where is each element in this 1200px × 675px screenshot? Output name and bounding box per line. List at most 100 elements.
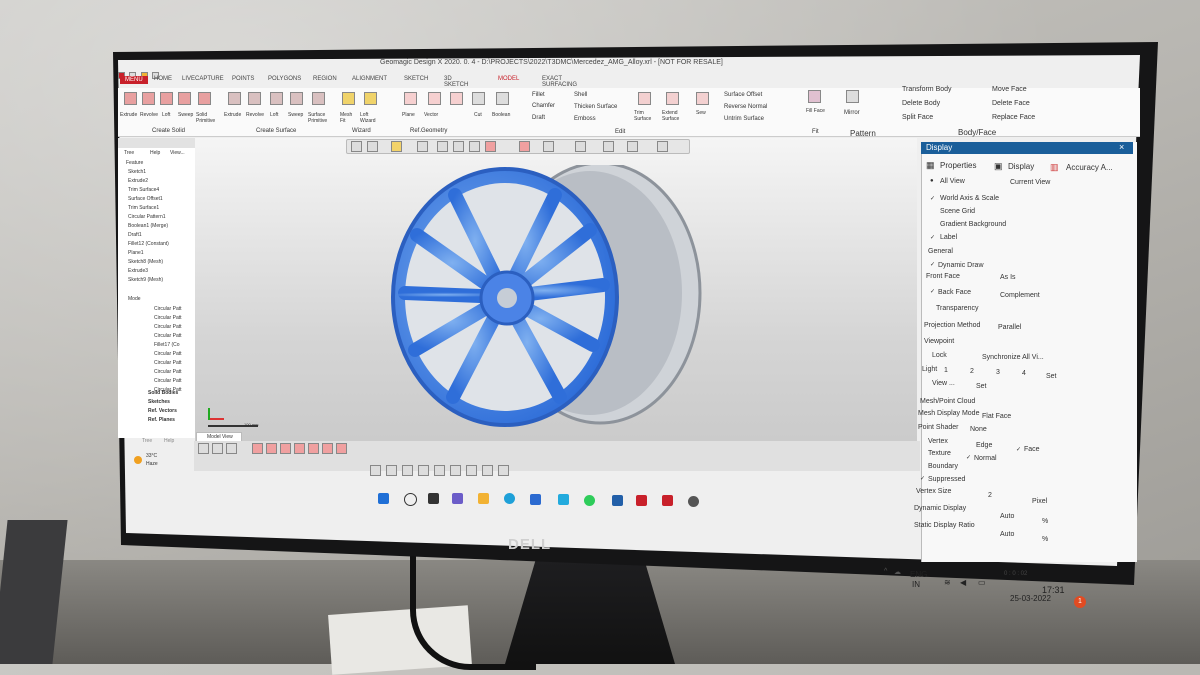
world-axis-scale-checkbox[interactable]: World Axis & Scale [940, 195, 999, 202]
label-checkbox[interactable]: Label [940, 234, 957, 241]
boundary-checkbox[interactable]: Boundary [928, 463, 958, 470]
light-4-checkbox[interactable]: 4 [1022, 370, 1026, 377]
surface-primitive-icon[interactable] [312, 92, 325, 105]
sketches-group[interactable]: Sketches [148, 399, 170, 405]
language-indicator[interactable]: ENG [910, 570, 927, 579]
point-icon[interactable] [450, 92, 463, 105]
tab-region[interactable]: REGION [313, 76, 337, 82]
view-tool-icon[interactable] [450, 465, 461, 476]
delete-body-button[interactable]: Delete Body [902, 100, 940, 107]
close-icon[interactable]: × [1119, 142, 1124, 152]
solid-primitive-icon[interactable] [198, 92, 211, 105]
feature-item[interactable]: Circular Pattern1 [128, 214, 166, 220]
view-tool-icon[interactable] [482, 465, 493, 476]
shell-button[interactable]: Shell [574, 92, 587, 98]
loft-wizard-icon[interactable] [364, 92, 377, 105]
tab-model[interactable]: MODEL [498, 76, 519, 82]
view-tool-icon[interactable] [402, 465, 413, 476]
loft-surface-icon[interactable] [270, 92, 283, 105]
chat-icon[interactable] [452, 493, 463, 504]
feature-item[interactable]: Extrude3 [128, 268, 148, 274]
sweep-solid-icon[interactable] [178, 92, 191, 105]
extrude-surface-icon[interactable] [228, 92, 241, 105]
tab-sketch[interactable]: SKETCH [404, 76, 428, 82]
design-x-taskbar-icon[interactable] [662, 495, 673, 506]
view-toolbar-icon[interactable] [469, 141, 480, 152]
view-toolbar-icon[interactable] [575, 141, 586, 152]
selection-filter-icon[interactable] [252, 443, 263, 454]
selection-filter-icon[interactable] [322, 443, 333, 454]
feature-item[interactable]: Fillet12 (Constant) [128, 241, 169, 247]
tab-points[interactable]: POINTS [232, 76, 254, 82]
bottom-help-tab[interactable]: Help [164, 438, 174, 444]
draft-button[interactable]: Draft [532, 115, 545, 121]
mesh-fit-icon[interactable] [342, 92, 355, 105]
selection-tool-icon[interactable] [198, 443, 209, 454]
battery-icon[interactable]: ▭ [978, 578, 986, 587]
tab-accuracy[interactable]: Accuracy A... [1066, 163, 1113, 172]
feature-item[interactable]: Surface Offset1 [128, 196, 163, 202]
model-item[interactable]: Circular Patt [154, 324, 182, 330]
feature-item[interactable]: Boolean1 (Merge) [128, 223, 168, 229]
bottom-tree-tab[interactable]: Tree [142, 438, 152, 444]
move-face-button[interactable]: Move Face [992, 86, 1027, 93]
weather-widget[interactable]: 33°C Haze [128, 452, 178, 474]
sweep-surface-icon[interactable] [290, 92, 303, 105]
edge-checkbox[interactable]: Edge [976, 442, 992, 449]
view-set-button[interactable]: Set [976, 383, 987, 390]
sew-icon[interactable] [696, 92, 709, 105]
help-tab[interactable]: Help [150, 150, 160, 156]
model-item[interactable]: Circular Patt [154, 351, 182, 357]
view-toolbar-icon[interactable] [485, 141, 496, 152]
feature-item[interactable]: Sketch8 (Mesh) [128, 259, 163, 265]
emboss-button[interactable]: Emboss [574, 116, 596, 122]
chevron-up-icon[interactable]: ^ [884, 568, 887, 575]
view-toolbar-icon[interactable] [453, 141, 464, 152]
view-toolbar-icon[interactable] [417, 141, 428, 152]
selection-filter-icon[interactable] [336, 443, 347, 454]
current-view-option[interactable]: Current View [1010, 179, 1050, 186]
view-toolbar-icon[interactable] [543, 141, 554, 152]
surface-offset-button[interactable]: Surface Offset [724, 92, 762, 98]
trim-surface-icon[interactable] [638, 92, 651, 105]
feature-item[interactable]: Extrude2 [128, 178, 148, 184]
model-item[interactable]: Circular Patt [154, 360, 182, 366]
projection-method-select[interactable]: Parallel [998, 324, 1021, 331]
app-icon[interactable] [688, 496, 699, 507]
reverse-normal-button[interactable]: Reverse Normal [724, 104, 767, 110]
selection-filter-icon[interactable] [308, 443, 319, 454]
view-toolbar-icon[interactable] [519, 141, 530, 152]
texture-checkbox[interactable]: Texture [928, 450, 951, 457]
selection-filter-icon[interactable] [294, 443, 305, 454]
solid-bodies-group[interactable]: Solid Bodies [148, 390, 178, 396]
view-toolbar-icon[interactable] [367, 141, 378, 152]
model-item[interactable]: Fillet17 (Co [154, 342, 180, 348]
back-face-select[interactable]: Complement [1000, 292, 1040, 299]
normal-checkbox[interactable]: Normal [974, 455, 997, 462]
model-item[interactable]: Circular Patt [154, 315, 182, 321]
tab-polygons[interactable]: POLYGONS [268, 76, 301, 82]
revolve-surface-icon[interactable] [248, 92, 261, 105]
mirror-icon[interactable] [846, 90, 859, 103]
view-option[interactable]: View ... [932, 380, 955, 387]
region-indicator[interactable]: IN [912, 580, 920, 589]
view-toolbar-icon[interactable] [627, 141, 638, 152]
cut-icon[interactable] [472, 92, 485, 105]
tab-properties[interactable]: Properties [940, 161, 976, 170]
view-toolbar-icon[interactable] [603, 141, 614, 152]
view-tool-icon[interactable] [386, 465, 397, 476]
model-item[interactable]: Circular Patt [154, 378, 182, 384]
wifi-icon[interactable]: ≋ [944, 578, 951, 587]
view-toolbar-icon[interactable] [351, 141, 362, 152]
feature-item[interactable]: Sketch1 [128, 169, 146, 175]
loft-solid-icon[interactable] [160, 92, 173, 105]
tab-home[interactable]: HOME [154, 76, 172, 82]
suppressed-checkbox[interactable]: Suppressed [928, 476, 965, 483]
dynamic-draw-checkbox[interactable]: Dynamic Draw [938, 262, 984, 269]
vertex-checkbox[interactable]: Vertex [928, 438, 948, 445]
view-toolbar-icon[interactable] [657, 141, 668, 152]
model-item[interactable]: Circular Patt [154, 306, 182, 312]
front-face-select[interactable]: As Is [1000, 274, 1016, 281]
file-explorer-icon[interactable] [478, 493, 489, 504]
windows-start-icon[interactable] [378, 493, 389, 504]
